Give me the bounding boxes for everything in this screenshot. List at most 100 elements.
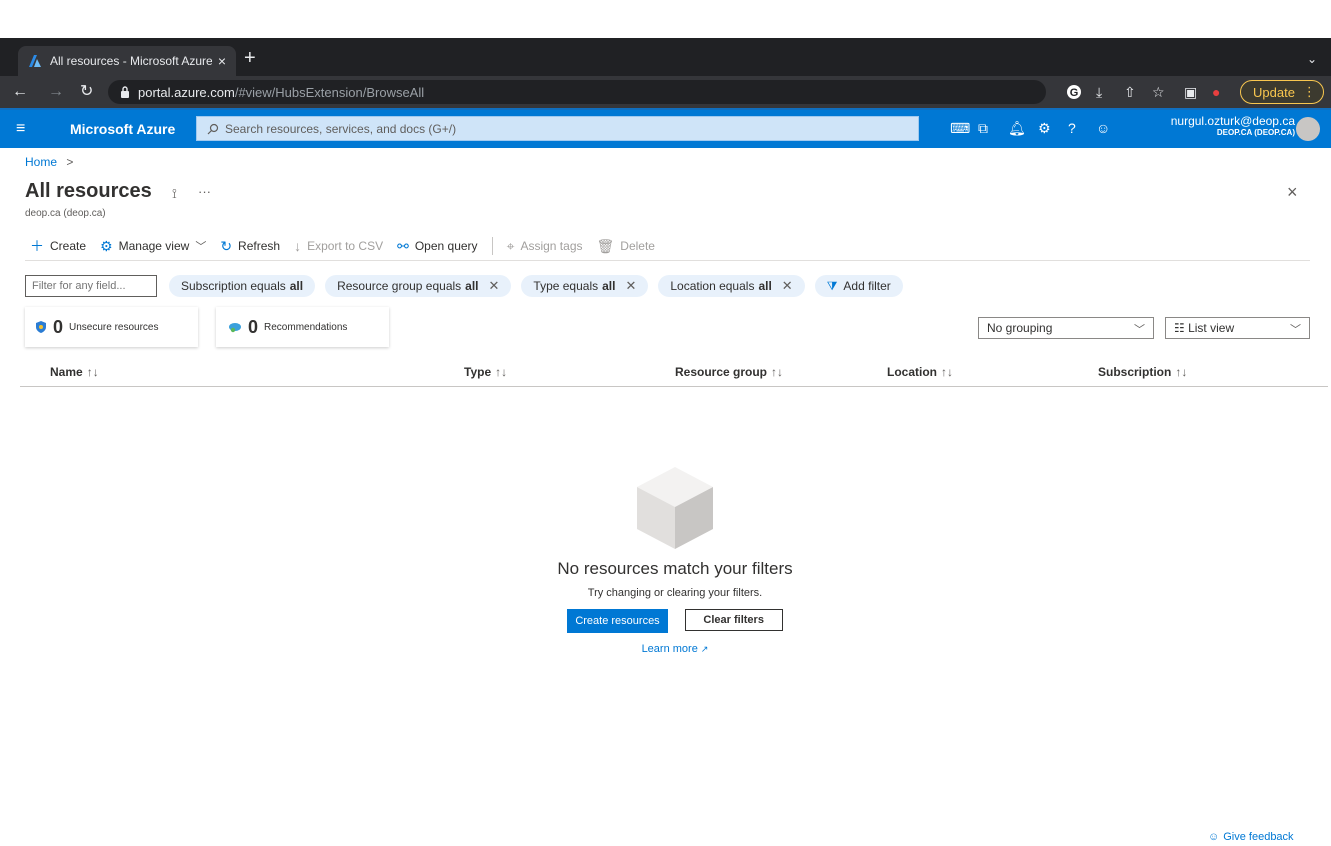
lock-icon <box>121 86 129 98</box>
grouping-value: No grouping <box>987 321 1053 335</box>
manage-view-button[interactable]: ⚙ Manage view ﹀ <box>100 238 206 255</box>
column-header-name[interactable]: Name ↑↓ <box>50 365 99 379</box>
export-csv-button[interactable]: ↓ Export to CSV <box>294 238 383 254</box>
filter-pill-location[interactable]: Location equals all ✕ <box>658 275 805 297</box>
feedback-person-icon[interactable]: ☺ <box>1096 120 1110 136</box>
filter-pill-type[interactable]: Type equals all ✕ <box>521 275 649 297</box>
empty-cube-icon <box>637 467 713 549</box>
filter-pill-resource-group[interactable]: Resource group equals all ✕ <box>325 275 512 297</box>
cloud-shell-icon[interactable]: ⌨ <box>950 120 970 137</box>
recommendations-card[interactable]: 0 Recommendations <box>216 307 389 347</box>
give-feedback-link[interactable]: ☺ Give feedback <box>1208 831 1294 843</box>
update-label: Update <box>1253 84 1295 100</box>
refresh-button[interactable]: ↻ Refresh <box>220 238 280 255</box>
remove-filter-icon[interactable]: ✕ <box>625 278 636 294</box>
tag-icon: ⌖ <box>506 237 515 254</box>
chevron-down-icon: ﹀ <box>1134 324 1145 336</box>
shield-icon <box>36 321 46 333</box>
manage-view-label: Manage view <box>118 239 190 253</box>
directory-filter-icon[interactable]: ⧉ <box>978 120 988 137</box>
column-type-label: Type <box>464 365 492 379</box>
column-header-subscription[interactable]: Subscription ↑↓ <box>1098 365 1187 379</box>
open-query-button[interactable]: ⚯ Open query <box>397 238 477 255</box>
refresh-icon: ↻ <box>220 237 233 254</box>
give-feedback-label: Give feedback <box>1223 831 1294 843</box>
refresh-label: Refresh <box>238 239 281 253</box>
google-icon[interactable]: G <box>1066 84 1082 100</box>
plus-icon: ＋ <box>30 238 44 254</box>
new-tab-button[interactable]: + <box>244 48 256 68</box>
toolbar-divider <box>491 237 493 255</box>
bookmark-star-icon[interactable]: ☆ <box>1152 82 1165 102</box>
column-name-label: Name <box>50 365 83 379</box>
learn-more-label: Learn more <box>641 643 698 655</box>
trash-icon: 🗑︎ <box>596 237 615 254</box>
remove-filter-icon[interactable]: ✕ <box>489 278 500 294</box>
empty-state-title: No resources match your filters <box>557 559 793 578</box>
settings-gear-icon[interactable]: ⚙ <box>1038 120 1051 137</box>
profile-avatar-icon[interactable]: ● <box>1212 82 1220 102</box>
create-button[interactable]: ＋ Create <box>30 236 86 256</box>
help-icon[interactable]: ? <box>1068 120 1076 136</box>
account-info[interactable]: nurgul.ozturk@deop.ca DEOP.CA (DEOP.CA) <box>1157 114 1295 137</box>
create-resources-button[interactable]: Create resources <box>567 609 668 633</box>
side-panel-icon[interactable]: ▣ <box>1184 82 1197 102</box>
add-filter-funnel-icon: ⧩ <box>826 278 838 293</box>
column-header-location[interactable]: Location ↑↓ <box>887 365 953 379</box>
sort-icon: ↑↓ <box>1175 365 1188 379</box>
delete-button[interactable]: 🗑︎ Delete <box>597 238 655 255</box>
add-filter-button[interactable]: ⧩ Add filter <box>814 275 903 297</box>
notifications-bell-icon[interactable]: 🔔︎ <box>1008 120 1026 137</box>
filter-resource-group-label: Resource group equals <box>337 279 462 293</box>
filter-subscription-value: all <box>289 279 304 293</box>
reload-icon[interactable]: ↻ <box>80 82 93 102</box>
filter-input[interactable] <box>25 275 157 297</box>
empty-state-subtitle: Try changing or clearing your filters. <box>587 587 763 599</box>
global-search-input[interactable]: Search resources, services, and docs (G+… <box>196 116 919 141</box>
command-bar-divider <box>25 260 1310 261</box>
kebab-menu-icon: ⋮ <box>1302 84 1316 99</box>
filter-location-value: all <box>758 279 772 293</box>
command-bar: ＋ Create ⚙ Manage view ﹀ ↻ Refresh ↓ Exp… <box>30 236 669 256</box>
filter-pill-subscription[interactable]: Subscription equals all <box>169 275 316 297</box>
portal-menu-icon[interactable]: ≡ <box>16 120 25 138</box>
column-resource-group-label: Resource group <box>675 365 768 379</box>
column-header-resource-group[interactable]: Resource group ↑↓ <box>675 365 783 379</box>
azure-logo-icon <box>29 55 41 67</box>
url-field[interactable]: portal.azure.com /#view/HubsExtension/Br… <box>108 80 1046 104</box>
clear-filters-button[interactable]: Clear filters <box>684 609 783 631</box>
view-dropdown[interactable]: ☷ List view ﹀ <box>1165 317 1310 339</box>
assign-tags-button[interactable]: ⌖ Assign tags <box>507 238 583 255</box>
close-tab-icon[interactable]: × <box>218 53 226 69</box>
forward-arrow-icon[interactable]: → <box>48 82 64 102</box>
gear-icon: ⚙ <box>100 237 113 254</box>
update-button[interactable]: Update ⋮ <box>1240 80 1324 104</box>
remove-filter-icon[interactable]: ✕ <box>782 278 793 294</box>
recommendations-label: Recommendations <box>264 321 348 333</box>
breadcrumb-home[interactable]: Home <box>25 155 57 169</box>
learn-more-link[interactable]: Learn more ↗ <box>540 643 810 655</box>
advisor-cloud-icon <box>229 323 241 333</box>
svg-text:G: G <box>1070 87 1079 99</box>
filter-bar: Subscription equals all Resource group e… <box>25 275 903 297</box>
pin-icon[interactable]: ⟟ <box>172 186 177 202</box>
tab-search-chevron-icon[interactable]: ⌄ <box>1307 52 1317 66</box>
close-blade-icon[interactable]: × <box>1287 182 1298 203</box>
share-icon[interactable]: ⇧ <box>1124 82 1136 102</box>
unsecure-resources-card[interactable]: 0 Unsecure resources <box>25 307 198 347</box>
azure-brand[interactable]: Microsoft Azure <box>70 121 175 137</box>
feedback-person-icon: ☺ <box>1208 831 1220 843</box>
back-arrow-icon[interactable]: ← <box>12 82 28 102</box>
assign-tags-label: Assign tags <box>520 239 583 253</box>
chevron-down-icon: ﹀ <box>195 241 207 253</box>
search-icon <box>207 123 219 134</box>
browser-tab-active[interactable]: All resources - Microsoft Azure × <box>18 46 236 76</box>
column-header-type[interactable]: Type ↑↓ <box>464 365 507 379</box>
tab-title: All resources - Microsoft Azure <box>50 54 212 68</box>
grouping-dropdown[interactable]: No grouping ﹀ <box>978 317 1154 339</box>
screen-top-margin <box>0 0 1331 38</box>
avatar[interactable] <box>1296 117 1320 141</box>
install-app-icon[interactable]: ⤓ <box>1096 82 1102 102</box>
unsecure-label: Unsecure resources <box>69 321 159 333</box>
more-options-icon[interactable]: ··· <box>198 184 211 199</box>
